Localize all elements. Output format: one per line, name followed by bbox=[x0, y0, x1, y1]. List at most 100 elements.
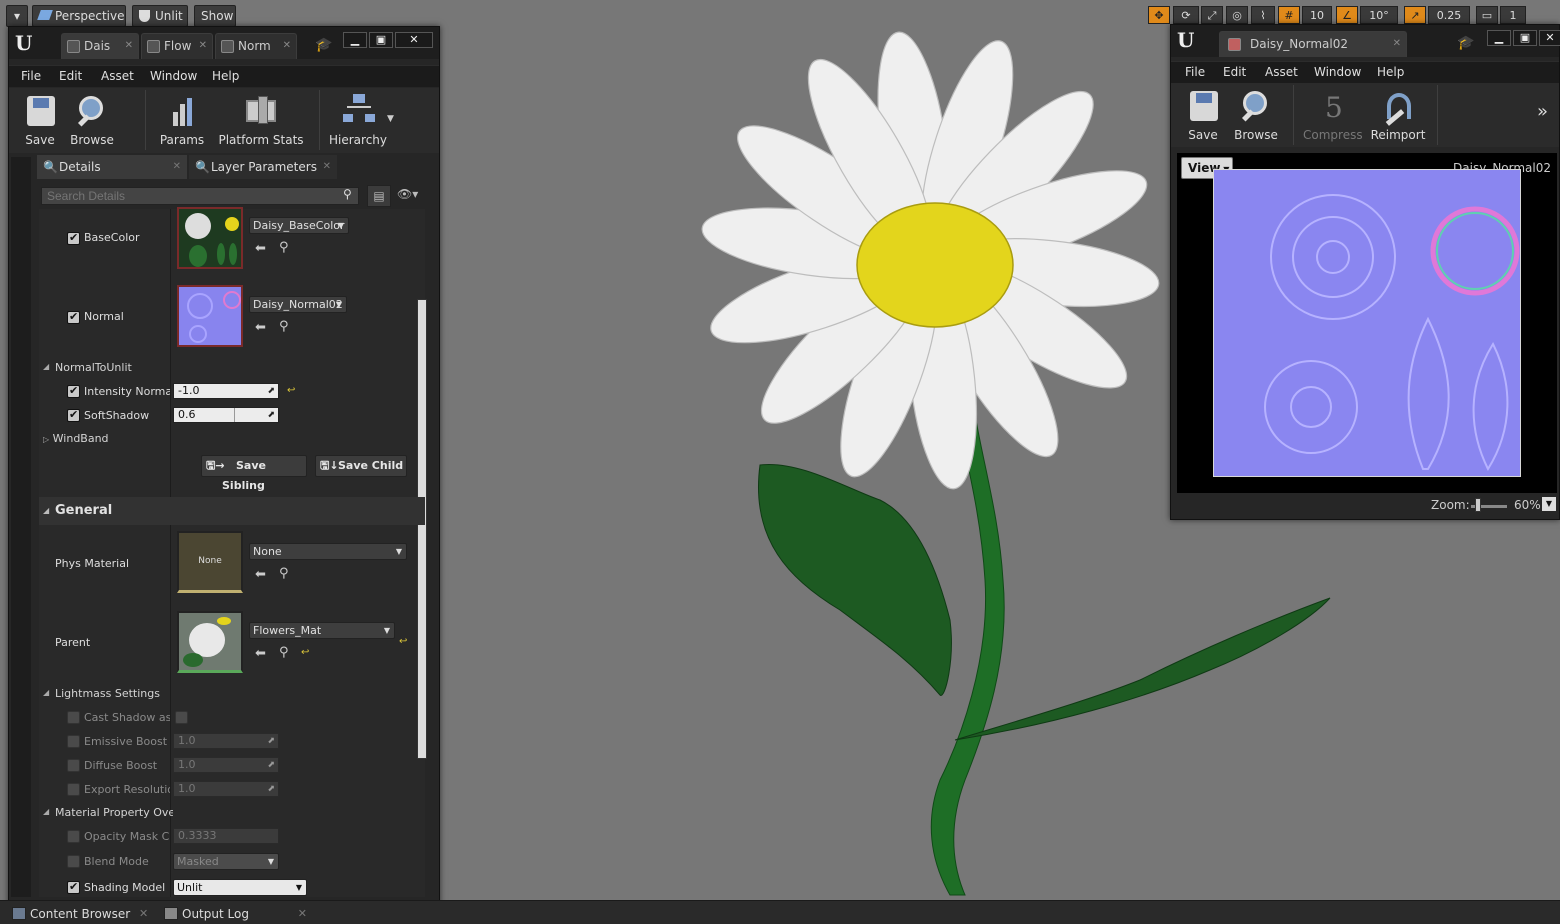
params-button[interactable]: Params bbox=[157, 94, 207, 147]
cast-shadow-override-checkbox[interactable] bbox=[67, 711, 80, 724]
close-tab-icon[interactable]: ✕ bbox=[125, 34, 133, 58]
menu-window[interactable]: Window bbox=[1314, 65, 1361, 79]
tab-output-log[interactable]: Output Log ✕ bbox=[160, 904, 307, 924]
use-selected-arrow-icon[interactable]: ⬅ bbox=[255, 320, 266, 335]
opacity-mask-checkbox[interactable] bbox=[67, 830, 80, 843]
column-divider[interactable] bbox=[170, 209, 171, 897]
blend-mode-checkbox[interactable] bbox=[67, 855, 80, 868]
close-window-button[interactable]: ✕ bbox=[395, 32, 433, 48]
zoom-slider-thumb[interactable] bbox=[1475, 498, 1481, 512]
phys-material-dropdown[interactable]: None ▼ bbox=[249, 543, 407, 560]
minimize-button[interactable]: ▁ bbox=[1487, 30, 1511, 46]
scale-snap-icon[interactable]: ↗ bbox=[1404, 6, 1426, 24]
browse-button[interactable]: Browse bbox=[1231, 89, 1281, 142]
browse-asset-icon[interactable]: ⚲ bbox=[279, 319, 289, 334]
camera-speed-icon[interactable]: ▭ bbox=[1476, 6, 1498, 24]
platform-stats-button[interactable]: Platform Stats bbox=[215, 94, 307, 147]
export-resolution-input[interactable]: 1.0 ⬈ bbox=[173, 781, 279, 797]
general-section-header[interactable]: ◢ General bbox=[39, 497, 425, 525]
reset-to-default-icon[interactable]: ↩ bbox=[301, 647, 309, 658]
basecolor-asset-dropdown[interactable]: Daisy_BaseColor ▼ bbox=[249, 217, 349, 234]
emissive-boost-checkbox[interactable] bbox=[67, 735, 80, 748]
save-sibling-button[interactable]: 🖫→ Save Sibling bbox=[201, 455, 307, 492]
opacity-mask-input[interactable]: 0.3333 bbox=[173, 828, 279, 844]
close-tab-icon[interactable]: ✕ bbox=[323, 155, 331, 179]
normal-asset-dropdown[interactable]: Daisy_Normal02 ▼ bbox=[249, 296, 347, 313]
save-button[interactable]: Save bbox=[1181, 89, 1225, 142]
browse-asset-icon[interactable]: ⚲ bbox=[279, 240, 289, 255]
viewport-options-button[interactable]: ▾ bbox=[6, 5, 28, 27]
reset-to-default-icon[interactable]: ↩ bbox=[399, 636, 407, 647]
close-tab-icon[interactable]: ✕ bbox=[139, 904, 148, 924]
texture-editor-titlebar[interactable]: U Daisy_Normal02 ✕ 🎓 ▁ ▣ ✕ bbox=[1171, 25, 1560, 57]
softshadow-checkbox[interactable] bbox=[67, 408, 80, 422]
minimize-button[interactable]: ▁ bbox=[343, 32, 367, 48]
use-selected-arrow-icon[interactable]: ⬅ bbox=[255, 567, 266, 582]
search-details-input[interactable] bbox=[41, 187, 359, 205]
maximize-button[interactable]: ▣ bbox=[369, 32, 393, 48]
material-editor-titlebar[interactable]: U Dais ✕ Flow ✕ Norm ✕ 🎓 ▁ ▣ ✕ bbox=[9, 27, 439, 59]
intensity-normal-checkbox[interactable] bbox=[67, 384, 80, 398]
camera-speed-value[interactable]: 1 bbox=[1500, 6, 1526, 24]
tab-layer-parameters[interactable]: 🔍 Layer Parameters ✕ bbox=[189, 155, 337, 179]
menu-edit[interactable]: Edit bbox=[1223, 65, 1246, 79]
menu-window[interactable]: Window bbox=[150, 69, 197, 83]
menu-asset[interactable]: Asset bbox=[1265, 65, 1298, 79]
view-mode-button[interactable]: Unlit bbox=[132, 5, 188, 27]
tab-content-browser[interactable]: Content Browser ✕ bbox=[8, 904, 148, 924]
diffuse-boost-input[interactable]: 1.0 ⬈ bbox=[173, 757, 279, 773]
tab-flow[interactable]: Flow ✕ bbox=[141, 33, 213, 59]
shading-model-dropdown[interactable]: Unlit ▼ bbox=[173, 879, 307, 896]
compress-button[interactable]: 5 Compress bbox=[1303, 89, 1363, 142]
close-tab-icon[interactable]: ✕ bbox=[199, 34, 207, 58]
tab-details[interactable]: 🔍 Details ✕ bbox=[37, 155, 187, 179]
windband-group[interactable]: ▷ WindBand bbox=[43, 432, 109, 445]
parent-material-thumbnail[interactable] bbox=[177, 611, 243, 673]
lightmass-settings-group[interactable]: Lightmass Settings bbox=[43, 687, 160, 700]
normal-thumbnail[interactable] bbox=[177, 285, 243, 347]
shading-model-checkbox[interactable] bbox=[67, 880, 80, 894]
use-selected-arrow-icon[interactable]: ⬅ bbox=[255, 646, 266, 661]
browse-asset-icon[interactable]: ⚲ bbox=[279, 645, 289, 660]
toolbar-overflow-icon[interactable]: » bbox=[1537, 101, 1548, 122]
blend-mode-dropdown[interactable]: Masked ▼ bbox=[173, 853, 279, 870]
menu-file[interactable]: File bbox=[21, 69, 41, 83]
menu-asset[interactable]: Asset bbox=[101, 69, 134, 83]
perspective-button[interactable]: Perspective bbox=[32, 5, 126, 27]
diffuse-boost-checkbox[interactable] bbox=[67, 759, 80, 772]
close-tab-icon[interactable]: ✕ bbox=[298, 904, 307, 924]
reset-to-default-icon[interactable]: ↩ bbox=[287, 385, 295, 396]
tab-daisy-normal02[interactable]: Daisy_Normal02 ✕ bbox=[1219, 31, 1407, 57]
save-button[interactable]: Save bbox=[19, 94, 61, 147]
normal-checkbox[interactable] bbox=[67, 310, 80, 324]
basecolor-checkbox[interactable] bbox=[67, 231, 80, 245]
softshadow-input[interactable]: 0.6 ⬈ bbox=[173, 407, 279, 423]
chevron-down-icon[interactable]: ▼ bbox=[387, 114, 394, 124]
visibility-options-button[interactable]: 👁▾ bbox=[397, 187, 418, 201]
use-selected-arrow-icon[interactable]: ⬅ bbox=[255, 241, 266, 256]
texture-preview-viewport[interactable]: View ▼ Daisy_Normal02 bbox=[1177, 153, 1557, 493]
browse-button[interactable]: Browse bbox=[67, 94, 117, 147]
menu-help[interactable]: Help bbox=[1377, 65, 1404, 79]
zoom-dropdown-button[interactable]: ▼ bbox=[1542, 497, 1556, 511]
material-property-overrides-group[interactable]: Material Property Ove bbox=[43, 806, 173, 819]
show-button[interactable]: Show bbox=[194, 5, 236, 27]
emissive-boost-input[interactable]: 1.0 ⬈ bbox=[173, 733, 279, 749]
basecolor-thumbnail[interactable] bbox=[177, 207, 243, 269]
close-window-button[interactable]: ✕ bbox=[1539, 30, 1560, 46]
vertical-scrollbar[interactable] bbox=[417, 299, 427, 759]
close-tab-icon[interactable]: ✕ bbox=[283, 34, 291, 58]
graduation-cap-icon[interactable]: 🎓 bbox=[315, 37, 332, 53]
export-resolution-checkbox[interactable] bbox=[67, 783, 80, 796]
menu-help[interactable]: Help bbox=[212, 69, 239, 83]
phys-material-thumbnail[interactable]: None bbox=[177, 531, 243, 593]
intensity-normal-input[interactable]: -1.0 ⬈ bbox=[173, 383, 279, 399]
menu-file[interactable]: File bbox=[1185, 65, 1205, 79]
close-tab-icon[interactable]: ✕ bbox=[173, 155, 181, 179]
rotation-snap-value[interactable]: 10° bbox=[1360, 6, 1398, 24]
graduation-cap-icon[interactable]: 🎓 bbox=[1457, 35, 1474, 51]
reimport-button[interactable]: Reimport bbox=[1369, 89, 1427, 142]
parent-material-dropdown[interactable]: Flowers_Mat ▼ bbox=[249, 622, 395, 639]
browse-asset-icon[interactable]: ⚲ bbox=[279, 566, 289, 581]
menu-edit[interactable]: Edit bbox=[59, 69, 82, 83]
